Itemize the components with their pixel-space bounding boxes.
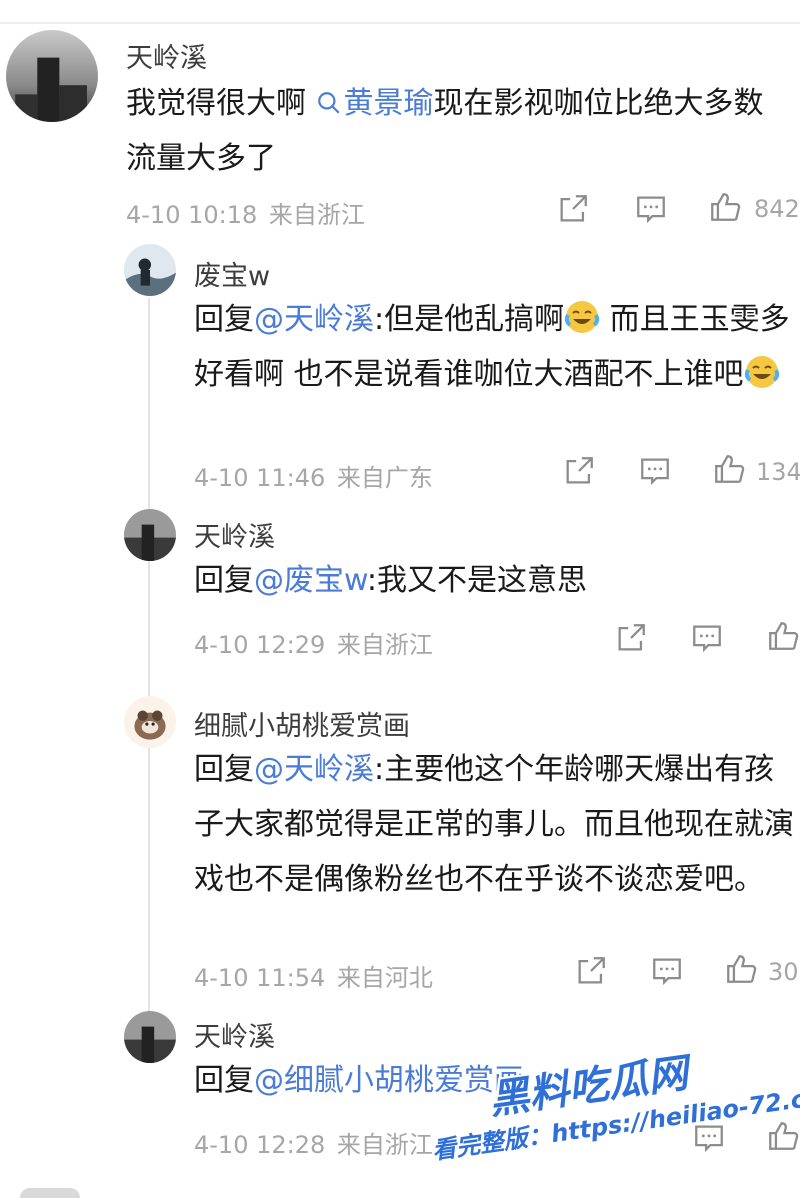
reply-meta: 4-10 11:46 来自广东 [194, 458, 433, 493]
reply-meta: 4-10 12:29 来自浙江 [194, 625, 433, 660]
comment-icon[interactable] [638, 454, 672, 488]
comment-icon[interactable] [634, 192, 668, 226]
share-icon[interactable] [574, 954, 608, 988]
share-icon[interactable] [562, 454, 596, 488]
username[interactable]: 废宝w [194, 254, 270, 293]
like-icon[interactable] [766, 619, 800, 653]
username[interactable]: 天岭溪 [194, 1015, 275, 1054]
timestamp: 4-10 10:18 [126, 201, 258, 229]
next-avatar-edge [20, 1188, 80, 1198]
reply-prefix: 回复 [194, 302, 254, 337]
avatar[interactable] [124, 244, 176, 296]
reply-meta: 4-10 12:28 来自浙江 [194, 1125, 433, 1160]
share-icon[interactable] [614, 621, 648, 655]
like-count: 842 [754, 195, 800, 223]
reply-text-part: :我又不是这意思 [366, 563, 588, 598]
timestamp: 4-10 12:29 [194, 631, 326, 659]
comment-meta: 4-10 10:18 来自浙江 [126, 195, 365, 230]
laugh-cry-emoji [744, 356, 779, 388]
mention-link[interactable]: @天岭溪 [254, 752, 374, 787]
like-count: 30 [768, 958, 799, 986]
avatar[interactable] [124, 509, 176, 561]
reply-text: 回复@废宝w:我又不是这意思 [194, 553, 794, 608]
avatar[interactable] [124, 1011, 176, 1063]
avatar[interactable] [124, 696, 176, 748]
reply-text: 回复@天岭溪:主要他这个年龄哪天爆出有孩子大家都觉得是正常的事儿。而且他现在就演… [194, 742, 794, 907]
search-icon [317, 92, 340, 114]
reply-text-part: :但是他乱搞啊 [374, 302, 565, 337]
watermark: 黑料吃瓜网 看完整版：https://heiliao-72.com [430, 1040, 800, 1190]
like-icon[interactable] [708, 190, 742, 224]
like-icon[interactable] [712, 452, 746, 486]
location: 来自河北 [336, 964, 433, 992]
reply-prefix: 回复 [194, 1063, 254, 1098]
share-icon[interactable] [556, 192, 590, 226]
username[interactable]: 天岭溪 [194, 515, 275, 554]
comment-icon[interactable] [690, 621, 724, 655]
location: 来自广东 [336, 464, 433, 492]
username[interactable]: 细腻小胡桃爱赏画 [194, 704, 410, 743]
location: 来自浙江 [336, 631, 433, 659]
search-topic-label: 黄景瑜 [343, 86, 434, 121]
avatar[interactable] [6, 30, 98, 122]
location: 来自浙江 [336, 1131, 433, 1159]
timestamp: 4-10 11:46 [194, 464, 326, 492]
reply-text: 回复@天岭溪:但是他乱搞啊 而且王玉雯多好看啊 也不是说看谁咖位大酒配不上谁吧 [194, 292, 794, 402]
search-topic-link[interactable]: 黄景瑜 [316, 86, 434, 121]
mention-link[interactable]: @废宝w [254, 563, 367, 598]
username[interactable]: 天岭溪 [126, 36, 207, 75]
comment-text-part: 我觉得很大啊 [126, 86, 316, 121]
reply-item: 废宝w 回复@天岭溪:但是他乱搞啊 而且王玉雯多好看啊 也不是说看谁咖位大酒配不… [0, 240, 800, 505]
mention-link[interactable]: @天岭溪 [254, 302, 374, 337]
like-icon[interactable] [724, 952, 758, 986]
reply-prefix: 回复 [194, 752, 254, 787]
laugh-cry-emoji [564, 301, 600, 333]
timestamp: 4-10 12:28 [194, 1131, 326, 1159]
like-count: 134 [756, 458, 800, 486]
location: 来自浙江 [268, 201, 365, 229]
reply-prefix: 回复 [194, 563, 254, 598]
reply-meta: 4-10 11:54 来自河北 [194, 958, 433, 993]
reply-item: 细腻小胡桃爱赏画 回复@天岭溪:主要他这个年龄哪天爆出有孩子大家都觉得是正常的事… [0, 690, 800, 1010]
comment-icon[interactable] [650, 954, 684, 988]
comment-text: 我觉得很大啊 黄景瑜现在影视咖位比绝大多数流量大多了 [126, 76, 786, 186]
reply-item: 天岭溪 回复@废宝w:我又不是这意思 4-10 12:29 来自浙江 [0, 505, 800, 690]
comment-main: 天岭溪 我觉得很大啊 黄景瑜现在影视咖位比绝大多数流量大多了 4-10 10:1… [0, 0, 800, 240]
timestamp: 4-10 11:54 [194, 964, 326, 992]
